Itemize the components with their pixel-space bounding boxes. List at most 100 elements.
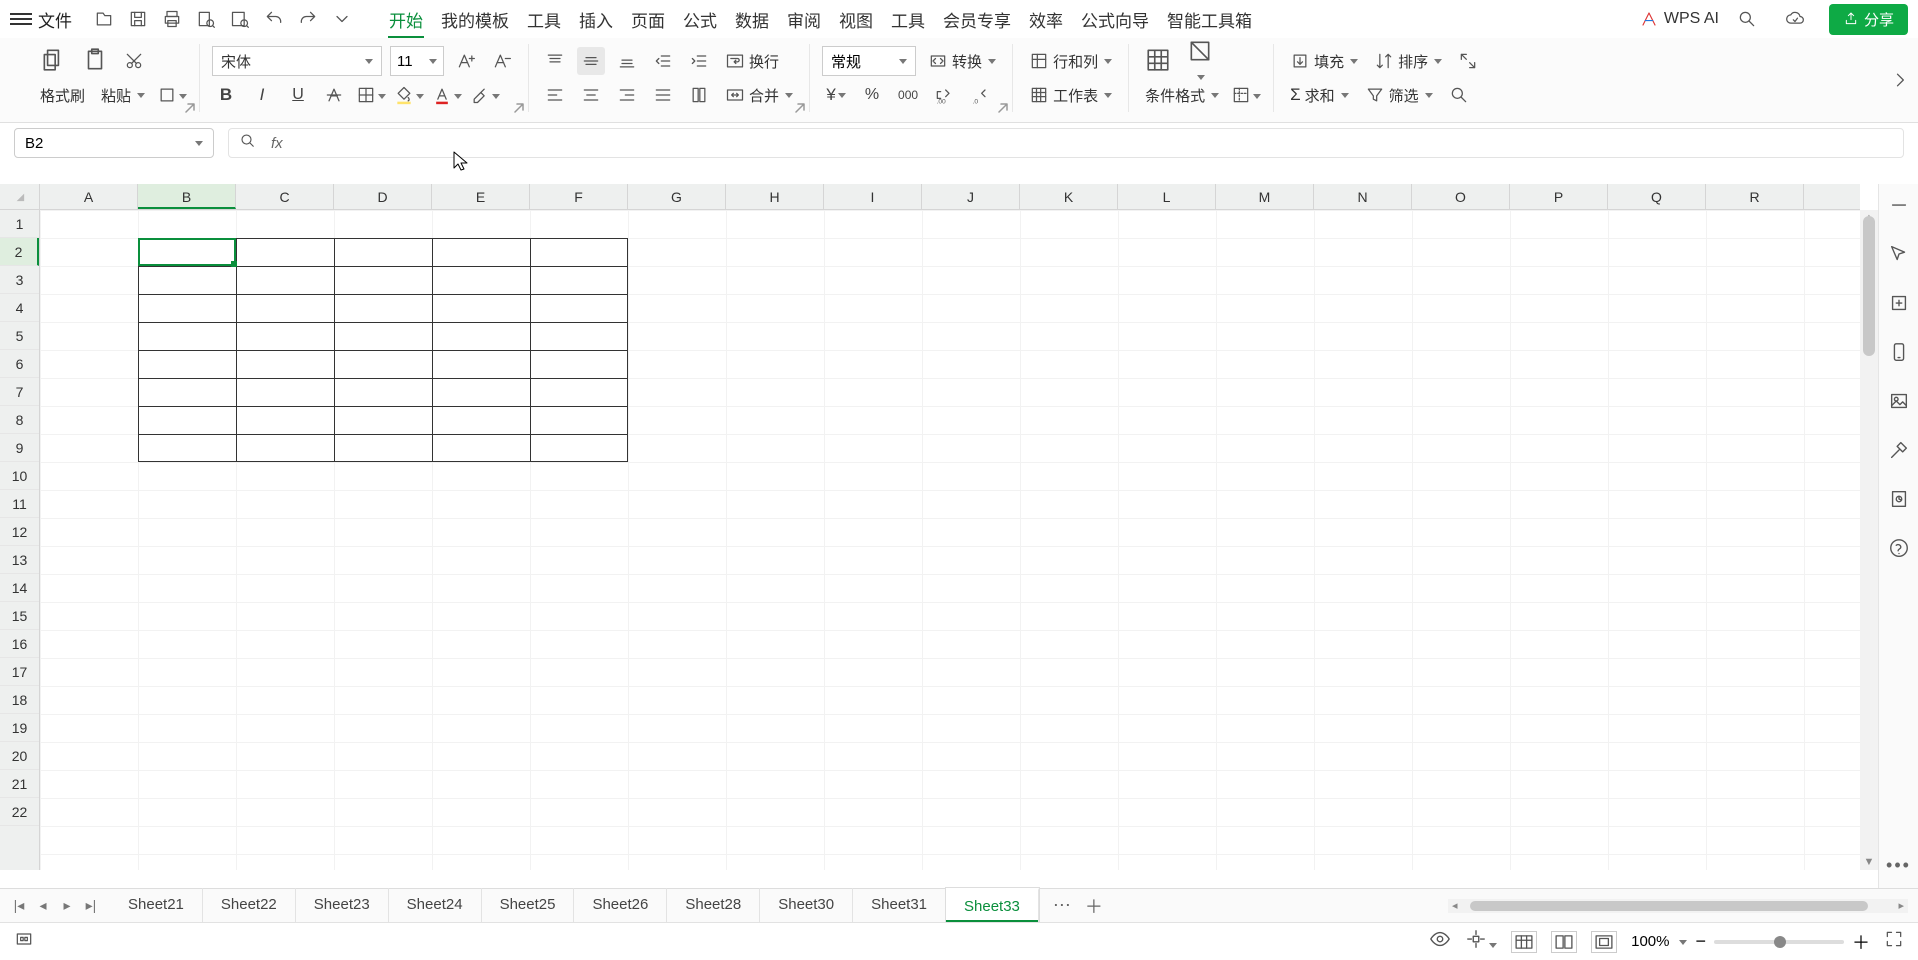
row-header-5[interactable]: 5 (0, 322, 39, 350)
tab-insert[interactable]: 插入 (570, 0, 622, 38)
row-header-14[interactable]: 14 (0, 574, 39, 602)
italic-button[interactable]: I (248, 81, 276, 109)
row-header-10[interactable]: 10 (0, 462, 39, 490)
vertical-scrollbar[interactable]: ▲ ▼ (1860, 210, 1878, 870)
select-all-corner[interactable] (0, 184, 40, 210)
row-header-20[interactable]: 20 (0, 742, 39, 770)
conditional-format-button[interactable]: 条件格式 (1141, 81, 1223, 109)
strikethrough-button[interactable] (320, 81, 348, 109)
zoom-in-button[interactable]: ＋ (1852, 929, 1870, 955)
bold-button[interactable]: B (212, 81, 240, 109)
open-icon[interactable] (90, 5, 118, 33)
tab-page[interactable]: 页面 (622, 0, 674, 38)
zoom-fx-icon[interactable] (239, 132, 257, 155)
find-icon[interactable] (226, 5, 254, 33)
borders-button[interactable] (356, 81, 386, 109)
expand-button[interactable] (1454, 47, 1482, 75)
hamburger-icon[interactable] (10, 13, 32, 25)
print-preview-icon[interactable] (192, 5, 220, 33)
chevron-down-icon[interactable] (195, 135, 203, 152)
convert-button[interactable]: 转换 (924, 47, 1000, 75)
cut-button[interactable] (120, 47, 148, 75)
hscroll-thumb[interactable] (1470, 901, 1868, 911)
format-painter-button[interactable]: 格式刷 (36, 81, 89, 109)
font-group-expand[interactable] (514, 100, 526, 112)
formula-input[interactable] (297, 129, 1893, 157)
col-header-B[interactable]: B (138, 184, 236, 209)
search-icon[interactable] (1733, 5, 1761, 33)
align-center-button[interactable] (577, 81, 605, 109)
tab-efficiency[interactable]: 效率 (1020, 0, 1072, 38)
align-left-button[interactable] (541, 81, 569, 109)
orientation-button[interactable] (685, 81, 713, 109)
tab-smart-toolbox[interactable]: 智能工具箱 (1158, 0, 1261, 38)
decrease-indent-button[interactable] (649, 47, 677, 75)
file-menu[interactable]: 文件 (38, 7, 72, 32)
tab-tools2[interactable]: 工具 (882, 0, 934, 38)
rail-select-icon[interactable] (1888, 243, 1910, 270)
freeze-panes-button[interactable] (1231, 81, 1261, 109)
cells-area[interactable] (40, 210, 1860, 870)
sort-button[interactable]: 排序 (1370, 47, 1446, 75)
zoom-slider[interactable] (1714, 940, 1844, 944)
sheet-tab-Sheet26[interactable]: Sheet26 (574, 888, 667, 922)
sheet-next-icon[interactable]: ▸ (58, 897, 76, 914)
tab-view[interactable]: 视图 (830, 0, 882, 38)
row-header-6[interactable]: 6 (0, 350, 39, 378)
col-header-N[interactable]: N (1314, 184, 1412, 209)
percent-button[interactable]: % (858, 81, 886, 109)
col-header-L[interactable]: L (1118, 184, 1216, 209)
col-header-E[interactable]: E (432, 184, 530, 209)
align-right-button[interactable] (613, 81, 641, 109)
hscroll-right-arrow[interactable]: ▸ (1898, 899, 1904, 912)
fill-button[interactable]: 填充 (1286, 47, 1362, 75)
find-replace-button[interactable] (1445, 81, 1473, 109)
sheet-tab-Sheet28[interactable]: Sheet28 (667, 888, 760, 922)
col-header-G[interactable]: G (628, 184, 726, 209)
col-header-J[interactable]: J (922, 184, 1020, 209)
horizontal-scrollbar[interactable]: ◂ ▸ (1448, 899, 1908, 913)
quick-more-dropdown[interactable] (328, 5, 356, 33)
col-header-A[interactable]: A (40, 184, 138, 209)
row-header-4[interactable]: 4 (0, 294, 39, 322)
tab-tools1[interactable]: 工具 (518, 0, 570, 38)
sheet-tab-Sheet33[interactable]: Sheet33 (946, 888, 1039, 922)
sheet-tab-Sheet30[interactable]: Sheet30 (760, 888, 853, 922)
sheet-prev-icon[interactable]: ◂ (34, 897, 52, 914)
row-header-22[interactable]: 22 (0, 798, 39, 826)
col-header-H[interactable]: H (726, 184, 824, 209)
font-size-select[interactable]: 11 (390, 46, 444, 76)
eye-icon[interactable] (1429, 928, 1451, 955)
col-header-C[interactable]: C (236, 184, 334, 209)
col-header-R[interactable]: R (1706, 184, 1804, 209)
row-header-19[interactable]: 19 (0, 714, 39, 742)
rail-more-icon[interactable]: ••• (1886, 855, 1911, 876)
align-justify-button[interactable] (649, 81, 677, 109)
col-header-Q[interactable]: Q (1608, 184, 1706, 209)
formula-bar[interactable]: fx (228, 128, 1904, 158)
merge-button[interactable]: 合并 (721, 81, 797, 109)
cloud-sync-icon[interactable] (1781, 5, 1809, 33)
copy-button[interactable] (36, 47, 70, 76)
sheet-last-icon[interactable]: ▸| (82, 897, 100, 914)
col-header-I[interactable]: I (824, 184, 922, 209)
share-button[interactable]: 分享 (1829, 4, 1908, 35)
rail-settings-icon[interactable] (1888, 292, 1910, 319)
name-box[interactable]: B2 (14, 128, 214, 158)
wrap-text-button[interactable]: 换行 (721, 47, 783, 75)
sheet-tab-Sheet31[interactable]: Sheet31 (853, 888, 946, 922)
row-header-2[interactable]: 2 (0, 238, 39, 266)
row-header-17[interactable]: 17 (0, 658, 39, 686)
sheet-tab-Sheet25[interactable]: Sheet25 (482, 888, 575, 922)
filter-button[interactable]: 筛选 (1361, 81, 1437, 109)
decrease-decimal-button[interactable]: .0 (966, 81, 994, 109)
redo-icon[interactable] (294, 5, 322, 33)
row-header-1[interactable]: 1 (0, 210, 39, 238)
align-top-button[interactable] (541, 47, 569, 75)
paste-special-dropdown[interactable] (157, 81, 187, 109)
undo-icon[interactable] (260, 5, 288, 33)
sheet-menu-icon[interactable]: ⋯ (1053, 895, 1071, 916)
tab-templates[interactable]: 我的模板 (432, 0, 518, 38)
sheet-tab-Sheet22[interactable]: Sheet22 (203, 888, 296, 922)
row-header-18[interactable]: 18 (0, 686, 39, 714)
